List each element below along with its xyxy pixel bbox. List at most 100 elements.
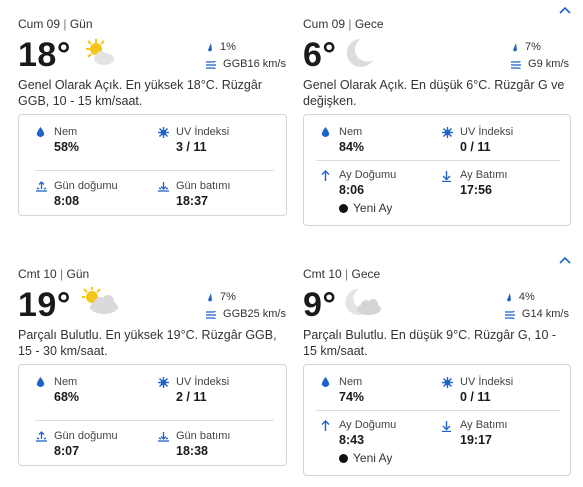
- collapse-chevron-icon[interactable]: [559, 6, 571, 14]
- detail-value: 68%: [54, 390, 80, 404]
- moon-phase-label: Yeni Ay: [353, 451, 393, 465]
- detail-value: 8:08: [54, 194, 80, 208]
- night-panel: Cmt 10 | Gece 9° 4% G14 km/s Parçalı Bul…: [303, 266, 571, 359]
- detail-label: UV İndeksi: [460, 376, 514, 388]
- detail-humidity: Nem 68%: [36, 376, 80, 405]
- forecast-summary: Genel Olarak Açık. En yüksek 18°C. Rüzgâ…: [18, 78, 262, 108]
- night-panel: Cum 09 | Gece 6° 7% G9 km/s Genel Olarak…: [303, 16, 571, 109]
- stats: 7% GGB25 km/s: [206, 289, 286, 323]
- details-card: Nem 68% UV İndeksi 2 / 11 Gün doğumu 8:0…: [18, 364, 287, 466]
- temperature: 19°: [18, 286, 71, 324]
- period-header: Cmt 10 | Gün: [18, 267, 90, 281]
- detail-label: Ay Doğumu: [339, 169, 397, 181]
- temperature: 9°: [303, 286, 337, 324]
- detail-label: Ay Batımı: [460, 419, 508, 431]
- date-label: Cum 09: [303, 17, 346, 31]
- detail-label: UV İndeksi: [176, 376, 230, 388]
- detail-label: Ay Batımı: [460, 169, 508, 181]
- detail-label: Gün doğumu: [54, 180, 118, 192]
- uv-icon: [442, 127, 453, 138]
- detail-label: Ay Doğumu: [339, 419, 397, 431]
- detail-sunset: Gün batımı 18:38: [158, 430, 230, 459]
- raindrop-icon: [208, 42, 213, 52]
- wind-icon: [511, 60, 522, 69]
- detail-value: 84%: [339, 140, 365, 154]
- detail-sunset: Gün batımı 18:37: [158, 180, 231, 209]
- date-label: Cum 09: [18, 17, 61, 31]
- temperature: 18°: [18, 36, 71, 74]
- detail-label: Nem: [54, 376, 78, 388]
- detail-uv: UV İndeksi 0 / 11: [442, 376, 514, 405]
- uv-icon: [158, 127, 169, 138]
- detail-label: UV İndeksi: [460, 126, 514, 138]
- detail-label: Nem: [339, 376, 363, 388]
- collapse-chevron-icon[interactable]: [559, 256, 571, 264]
- details-card: Nem 74% UV İndeksi 0 / 11 Ay Doğumu 8:43…: [303, 364, 571, 476]
- moonset-icon: [442, 171, 451, 182]
- uv-icon: [442, 377, 453, 388]
- moonrise-icon: [321, 420, 330, 431]
- detail-value: 8:43: [339, 433, 365, 447]
- precip-value: 7%: [525, 41, 541, 53]
- detail-value: 0 / 11: [460, 140, 491, 154]
- detail-value: 0 / 11: [460, 390, 491, 404]
- details-card: Nem 58% UV İndeksi 3 / 11 Gün doğumu 8:0…: [18, 114, 287, 216]
- drop-icon: [321, 127, 330, 137]
- sun-cloud-icon: [86, 39, 114, 65]
- partly-cloudy-icon: [82, 287, 118, 314]
- moonrise-icon: [321, 170, 330, 181]
- detail-value: 18:37: [176, 194, 208, 208]
- day-panel: Cum 09 | Gün 18° 1% GGB16 km/s Genel Ola…: [18, 16, 288, 109]
- divider: [316, 410, 560, 411]
- precip-value: 7%: [220, 291, 236, 303]
- period-header: Cmt 10 | Gece: [303, 267, 381, 281]
- period-label: Gece: [354, 17, 384, 31]
- precip-value: 1%: [220, 41, 236, 53]
- divider: [316, 160, 560, 161]
- date-label: Cmt 10: [303, 267, 342, 281]
- forecast-summary: Parçalı Bulutlu. En düşük 9°C. Rüzgâr G,…: [303, 328, 557, 358]
- detail-value: 19:17: [460, 433, 492, 447]
- divider: [35, 420, 274, 421]
- detail-moonrise: Ay Doğumu 8:06: [321, 169, 397, 198]
- stats: 1% GGB16 km/s: [206, 39, 286, 73]
- temperature: 6°: [303, 36, 337, 74]
- detail-value: 18:38: [176, 444, 208, 458]
- period-header: Cum 09 | Gece: [303, 17, 384, 31]
- detail-sunrise: Gün doğumu 8:08: [36, 180, 118, 209]
- divider: [35, 170, 274, 171]
- detail-humidity: Nem 74%: [321, 376, 364, 405]
- forecast-summary: Parçalı Bulutlu. En yüksek 19°C. Rüzgâr …: [18, 328, 277, 358]
- sunset-icon: [158, 182, 169, 192]
- wind-icon: [206, 60, 217, 69]
- detail-value: 17:56: [460, 183, 492, 197]
- detail-moonrise: Ay Doğumu 8:43: [321, 419, 397, 448]
- detail-uv: UV İndeksi 0 / 11: [442, 126, 514, 155]
- moon-phase: Yeni Ay: [339, 201, 392, 215]
- detail-label: Nem: [54, 126, 78, 138]
- moon-phase: Yeni Ay: [339, 451, 392, 465]
- detail-uv: UV İndeksi 2 / 11: [158, 376, 230, 405]
- detail-humidity: Nem 58%: [36, 126, 79, 155]
- drop-icon: [36, 127, 45, 137]
- day-panel: Cmt 10 | Gün 19° 7% GGB25 km/s Parçalı B…: [18, 266, 288, 359]
- raindrop-icon: [208, 292, 213, 302]
- period-header: Cum 09 | Gün: [18, 17, 93, 31]
- sunrise-icon: [36, 431, 47, 442]
- wind-icon: [206, 310, 217, 319]
- new-moon-icon: [339, 454, 348, 463]
- new-moon-icon: [339, 204, 348, 213]
- moon-cloud-icon: [345, 288, 381, 315]
- wind-value: G9 km/s: [528, 58, 569, 70]
- wind-value: G14 km/s: [521, 308, 569, 320]
- period-label: Gün: [69, 17, 93, 31]
- details-card: Nem 84% UV İndeksi 0 / 11 Ay Doğumu 8:06…: [303, 114, 571, 226]
- wind-value: GGB25 km/s: [223, 308, 286, 320]
- detail-value: 8:06: [339, 183, 365, 197]
- forecast-summary: Genel Olarak Açık. En düşük 6°C. Rüzgâr …: [303, 78, 565, 108]
- moon-phase-label: Yeni Ay: [353, 201, 393, 215]
- period-label: Gece: [351, 267, 381, 281]
- detail-sunrise: Gün doğumu 8:07: [36, 430, 118, 459]
- precip-value: 4%: [518, 291, 535, 303]
- detail-label: Gün batımı: [176, 180, 231, 192]
